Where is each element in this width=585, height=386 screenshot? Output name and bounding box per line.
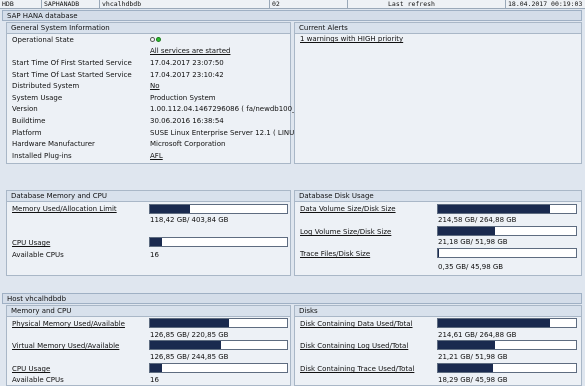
distributed-system-label: Distributed System bbox=[12, 82, 80, 90]
data-volume-link[interactable]: Data Volume Size/Disk Size bbox=[300, 205, 396, 214]
host-cpu-usage-bar-fill bbox=[150, 364, 163, 372]
memory-usage-value: 118,42 GB/ 403,84 GB bbox=[150, 216, 229, 224]
disk-trace-bar-fill bbox=[438, 364, 494, 372]
current-alerts-panel: Current Alerts 1 warnings with HIGH prio… bbox=[294, 22, 582, 164]
hardware-manufacturer-value: Microsoft Corporation bbox=[150, 140, 226, 148]
system-type: HDB bbox=[0, 0, 42, 8]
disk-trace-link[interactable]: Disk Containing Trace Used/Total bbox=[300, 365, 414, 374]
panel-title-db-disk: Database Disk Usage bbox=[295, 191, 581, 202]
buildtime-label: Buildtime bbox=[12, 117, 46, 125]
physical-memory-bar-fill bbox=[150, 319, 229, 327]
buildtime-value: 30.06.2016 16:38:54 bbox=[150, 117, 224, 125]
host-cpu-usage-bar bbox=[149, 363, 288, 373]
cpu-usage-bar-fill bbox=[150, 238, 163, 246]
disk-log-bar-fill bbox=[438, 341, 495, 349]
platform-label: Platform bbox=[12, 129, 42, 137]
database-memory-cpu-panel: Database Memory and CPU Memory Used/Allo… bbox=[6, 190, 291, 276]
available-cpus-label: Available CPUs bbox=[12, 251, 64, 259]
physical-memory-bar bbox=[149, 318, 288, 328]
trace-files-bar-fill bbox=[438, 249, 440, 257]
data-volume-bar-fill bbox=[438, 205, 550, 213]
virtual-memory-bar bbox=[149, 340, 288, 350]
platform-value: SUSE Linux Enterprise Server 12.1 ( LINU… bbox=[150, 129, 306, 137]
services-status-link[interactable]: All services are started bbox=[150, 47, 230, 56]
operational-state-indicator bbox=[150, 35, 162, 44]
system-usage-value: Production System bbox=[150, 94, 216, 102]
disk-data-value: 214,61 GB/ 264,88 GB bbox=[438, 331, 517, 339]
virtual-memory-link[interactable]: Virtual Memory Used/Available bbox=[12, 342, 119, 351]
status-led-green-icon bbox=[156, 36, 161, 42]
physical-memory-link[interactable]: Physical Memory Used/Available bbox=[12, 320, 125, 329]
distributed-system-link[interactable]: No bbox=[150, 82, 160, 91]
cpu-usage-bar bbox=[149, 237, 288, 247]
first-start-value: 17.04.2017 23:07:50 bbox=[150, 59, 224, 67]
trace-files-link[interactable]: Trace Files/Disk Size bbox=[300, 250, 370, 259]
last-start-value: 17.04.2017 23:10:42 bbox=[150, 71, 224, 79]
version-label: Version bbox=[12, 105, 38, 113]
refresh-label: Last refresh bbox=[348, 0, 506, 8]
data-volume-value: 214,58 GB/ 264,88 GB bbox=[438, 216, 517, 224]
general-system-info-panel: General System Information Operational S… bbox=[6, 22, 306, 164]
system-usage-label: System Usage bbox=[12, 94, 63, 102]
disk-log-value: 21,21 GB/ 51,98 GB bbox=[438, 353, 508, 361]
panel-title-disks: Disks bbox=[295, 306, 581, 317]
host-name: vhcalhdbdb bbox=[100, 0, 270, 8]
data-volume-bar bbox=[437, 204, 577, 214]
installed-plugins-link[interactable]: AFL bbox=[150, 152, 163, 161]
section-title-host: Host vhcalhdbdb bbox=[2, 293, 582, 304]
disk-log-link[interactable]: Disk Containing Log Used/Total bbox=[300, 342, 408, 351]
operational-state-label: Operational State bbox=[12, 36, 74, 44]
panel-title-db-memory-cpu: Database Memory and CPU bbox=[7, 191, 290, 202]
log-volume-bar-fill bbox=[438, 227, 495, 235]
disk-data-link[interactable]: Disk Containing Data Used/Total bbox=[300, 320, 413, 329]
panel-title-alerts: Current Alerts bbox=[295, 23, 581, 34]
memory-usage-bar-fill bbox=[150, 205, 191, 213]
installed-plugins-label: Installed Plug-ins bbox=[12, 152, 72, 160]
instance-number: 02 bbox=[270, 0, 348, 8]
available-cpus-value: 16 bbox=[150, 251, 159, 259]
log-volume-bar bbox=[437, 226, 577, 236]
host-disks-panel: Disks Disk Containing Data Used/Total 21… bbox=[294, 305, 582, 386]
memory-usage-bar bbox=[149, 204, 288, 214]
trace-files-bar bbox=[437, 248, 577, 258]
host-memory-cpu-panel: Memory and CPU Physical Memory Used/Avai… bbox=[6, 305, 291, 386]
log-volume-link[interactable]: Log Volume Size/Disk Size bbox=[300, 228, 391, 237]
cpu-usage-link[interactable]: CPU Usage bbox=[12, 239, 50, 248]
disk-trace-value: 18,29 GB/ 45,98 GB bbox=[438, 376, 508, 384]
alerts-link[interactable]: 1 warnings with HIGH priority bbox=[300, 35, 403, 44]
disk-log-bar bbox=[437, 340, 577, 350]
panel-title-general: General System Information bbox=[7, 23, 290, 34]
top-status-bar: HDB SAPHANADB vhcalhdbdb 02 Last refresh… bbox=[0, 0, 585, 9]
system-id: SAPHANADB bbox=[42, 0, 100, 8]
host-available-cpus-value: 16 bbox=[150, 376, 159, 384]
host-cpu-usage-link[interactable]: CPU Usage bbox=[12, 365, 50, 374]
log-volume-value: 21,18 GB/ 51,98 GB bbox=[438, 238, 508, 246]
status-led-off-icon bbox=[150, 36, 155, 42]
last-start-label: Start Time Of Last Started Service bbox=[12, 71, 132, 79]
section-title-database: SAP HANA database bbox=[2, 10, 582, 21]
disk-trace-bar bbox=[437, 363, 577, 373]
trace-files-value: 0,35 GB/ 45,98 GB bbox=[438, 263, 504, 271]
disk-data-bar-fill bbox=[438, 319, 550, 327]
physical-memory-value: 126,85 GB/ 220,85 GB bbox=[150, 331, 229, 339]
refresh-time: 18.04.2017 00:19:03 bbox=[508, 0, 583, 8]
host-available-cpus-label: Available CPUs bbox=[12, 376, 64, 384]
database-disk-usage-panel: Database Disk Usage Data Volume Size/Dis… bbox=[294, 190, 582, 276]
virtual-memory-bar-fill bbox=[150, 341, 221, 349]
disk-data-bar bbox=[437, 318, 577, 328]
hardware-manufacturer-label: Hardware Manufacturer bbox=[12, 140, 95, 148]
memory-used-link[interactable]: Memory Used/Allocation Limit bbox=[12, 205, 117, 214]
version-value: 1.00.112.04.1467296086 ( fa/newdb100_... bbox=[150, 105, 303, 113]
virtual-memory-value: 126,85 GB/ 244,85 GB bbox=[150, 353, 229, 361]
panel-title-host-memory-cpu: Memory and CPU bbox=[7, 306, 290, 317]
first-start-label: Start Time Of First Started Service bbox=[12, 59, 132, 67]
